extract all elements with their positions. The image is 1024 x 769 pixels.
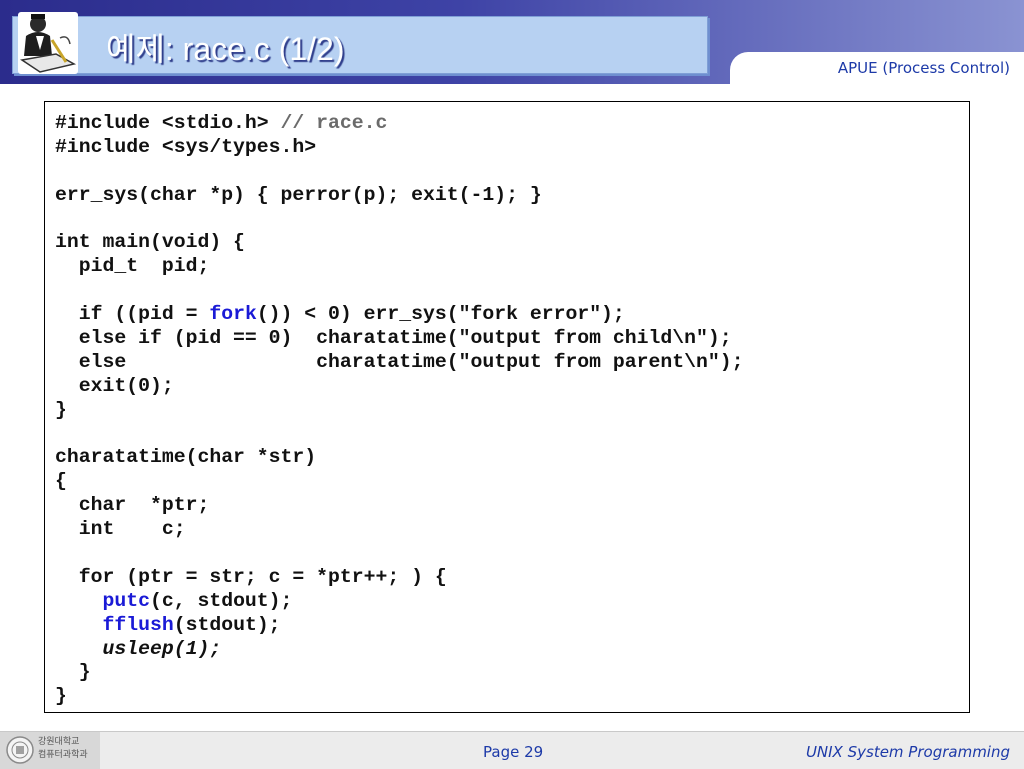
code-text: int main(void) { (55, 231, 245, 254)
code-line: #include <stdio.h> // race.c (55, 112, 744, 136)
code-line: pid_t pid; (55, 255, 744, 279)
code-text: (c, stdout); (149, 589, 293, 612)
code-text: else if (pid == 0) charatatime("output f… (55, 327, 732, 350)
page-number: Page 29 (483, 743, 544, 761)
code-line: int c; (55, 518, 744, 542)
code-text: #include <stdio.h> (55, 112, 281, 134)
code-text: else charatatime("output from parent\n")… (55, 350, 744, 373)
code-text: err_sys(char *p) { perror(p); exit(-1); … (55, 183, 542, 206)
code-line: else charatatime("output from parent\n")… (55, 351, 744, 375)
code-box: #include <stdio.h> // race.c #include <sy… (44, 101, 970, 713)
code-text: if ((pid = (55, 303, 210, 326)
code-line: for (ptr = str; c = *ptr++; ) { (55, 566, 744, 590)
code-line: if ((pid = fork()) < 0) err_sys("fork er… (55, 303, 744, 327)
code-keyword: putc (102, 589, 150, 612)
code-text: usleep(1); (102, 637, 222, 660)
code-line: putc(c, stdout); (55, 590, 744, 614)
code-line: } (55, 685, 744, 709)
school-line-2: 컴퓨터과학과 (38, 750, 88, 760)
code-line: char *ptr; (55, 494, 744, 518)
code-text: } (55, 398, 67, 421)
code-text: (stdout); (173, 613, 281, 636)
code-line: #include <sys/types.h> (55, 136, 744, 160)
code-text: char *ptr; (55, 494, 210, 517)
slide-footer: 강원대학교 컴퓨터과학과 Page 29 UNIX System Program… (0, 731, 1024, 769)
code-text: charatatime(char *str) (55, 446, 317, 469)
code-line: fflush(stdout); (55, 614, 744, 638)
code-line: } (55, 399, 744, 423)
code-line: err_sys(char *p) { perror(p); exit(-1); … (55, 184, 744, 208)
code-text: { (55, 470, 67, 493)
code-text: } (55, 685, 67, 708)
code-text: exit(0); (55, 374, 174, 397)
code-text: } (55, 661, 91, 684)
section-subtitle: APUE (Process Control) (837, 59, 1010, 77)
code-line: else if (pid == 0) charatatime("output f… (55, 327, 744, 351)
code-text: int c; (55, 518, 186, 541)
code-listing: #include <stdio.h> // race.c #include <sy… (55, 112, 744, 709)
school-line-1: 강원대학교 (38, 737, 80, 747)
subtitle-tab: APUE (Process Control) (730, 52, 1024, 84)
code-line: exit(0); (55, 375, 744, 399)
code-keyword: fork (209, 303, 257, 326)
code-text: for (ptr = str; c = *ptr++; ) { (55, 565, 447, 588)
code-text: pid_t pid; (55, 255, 210, 278)
code-text: ()) < 0) err_sys("fork error"); (256, 303, 625, 326)
school-name: 강원대학교 컴퓨터과학과 (38, 736, 88, 762)
slide-header: 예제: race.c (1/2) APUE (Process Control) (0, 0, 1024, 84)
person-writing-icon (18, 12, 78, 74)
course-name: UNIX System Programming (805, 743, 1010, 761)
code-line: charatatime(char *str) (55, 446, 744, 470)
code-line: } (55, 661, 744, 685)
slide-title: 예제: race.c (1/2) (106, 31, 345, 67)
code-line: { (55, 470, 744, 494)
code-text: #include <sys/types.h> (55, 135, 317, 158)
code-line: int main(void) { (55, 231, 744, 255)
university-seal-icon (6, 736, 34, 764)
code-line: usleep(1); (55, 638, 744, 662)
code-comment: // race.c (280, 112, 388, 134)
footer-logo: 강원대학교 컴퓨터과학과 (0, 732, 100, 769)
code-keyword: fflush (102, 613, 174, 636)
